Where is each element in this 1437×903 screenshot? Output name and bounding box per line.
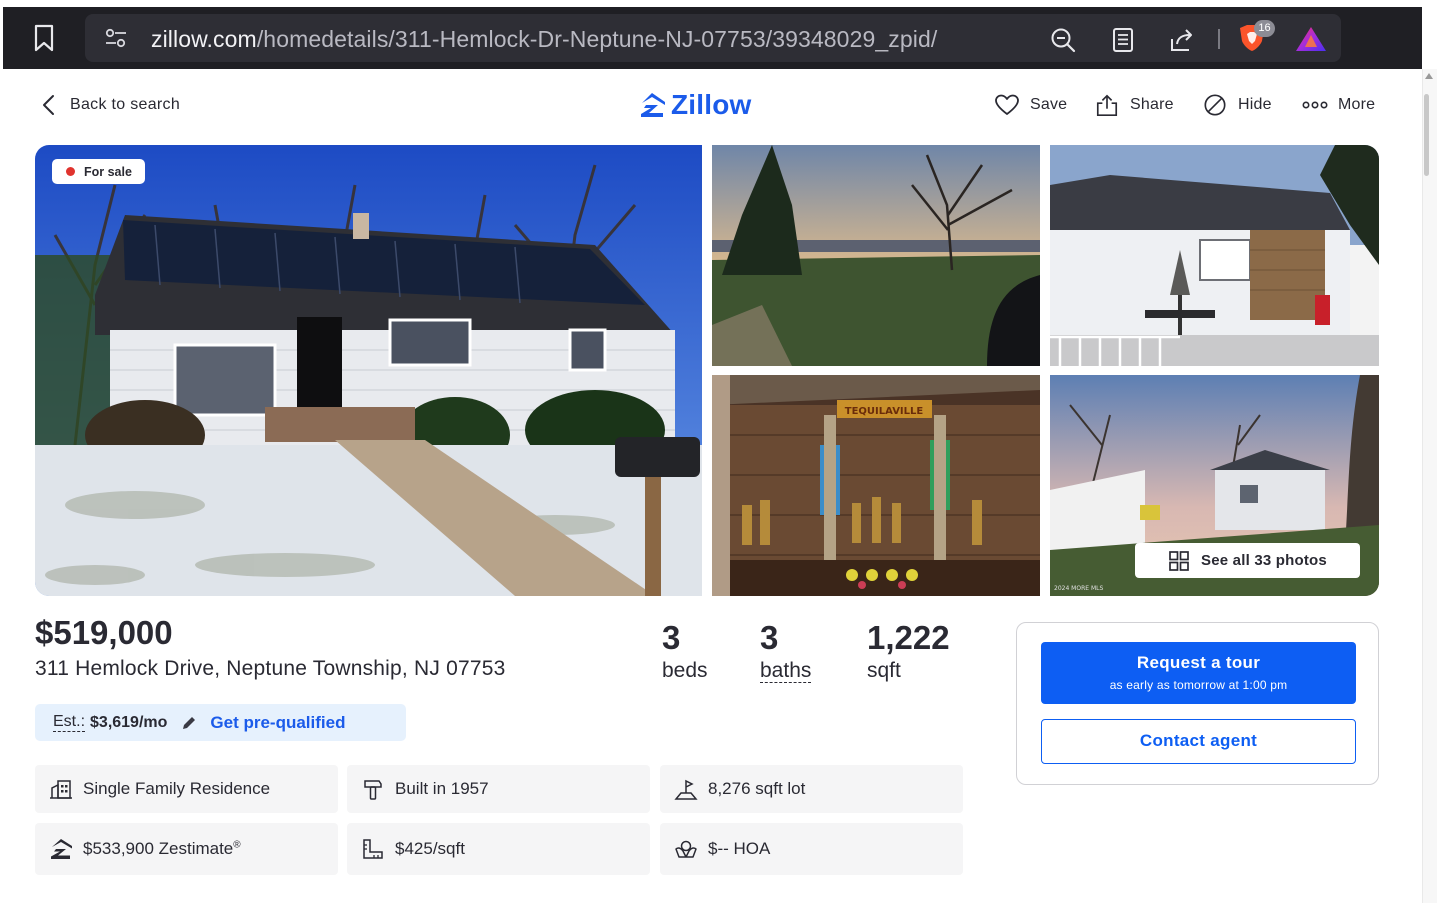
fact-zestimate-text: $533,900 Zestimate®: [83, 839, 241, 859]
bar-sign-text: TEQUILAVILLE: [845, 406, 924, 417]
heart-icon: [995, 94, 1019, 115]
fact-lot-size: 8,276 sqft lot: [660, 765, 963, 813]
share-label: Share: [1130, 96, 1174, 113]
contact-agent-button[interactable]: Contact agent: [1041, 719, 1356, 764]
save-label: Save: [1030, 96, 1068, 113]
listing-price: $519,000: [35, 614, 173, 651]
reader-mode-icon[interactable]: [1110, 27, 1136, 53]
shields-count-badge: 16: [1254, 20, 1275, 37]
estimate-label[interactable]: Est.:: [53, 713, 86, 732]
zillow-logo-icon: [641, 93, 665, 117]
fact-home-type-text: Single Family Residence: [83, 779, 271, 798]
fact-hoa: $-- HOA: [660, 823, 963, 875]
hide-icon: [1204, 94, 1226, 116]
beds-label: beds: [662, 659, 708, 682]
back-to-search-label: Back to search: [70, 96, 181, 113]
beds-value: 3: [662, 619, 681, 656]
url-host: zillow.com: [151, 26, 257, 52]
fact-year-built: Built in 1957: [347, 765, 650, 813]
share-icon[interactable]: [1169, 27, 1195, 53]
tiki-bar-image: TEQUILAVILLE: [712, 375, 1040, 596]
for-sale-dot-icon: [66, 167, 75, 176]
get-pre-qualified-link[interactable]: Get pre-qualified: [210, 713, 345, 733]
back-to-search-link[interactable]: Back to search: [40, 92, 180, 118]
monthly-estimate: Est.: $3,619/mo Get pre-qualified: [35, 704, 406, 741]
hammer-icon: [364, 780, 382, 800]
zestimate-value: $533,900 Zestimate: [83, 839, 234, 858]
fact-home-type: Single Family Residence: [35, 765, 338, 813]
fact-price-per-sqft: $425/sqft: [347, 823, 650, 875]
page-scrollbar[interactable]: [1422, 69, 1437, 903]
fact-year-built-text: Built in 1957: [395, 779, 489, 798]
contact-panel: Request a tour as early as tomorrow at 1…: [1016, 622, 1379, 785]
photo-lawn-sunset[interactable]: [712, 145, 1040, 366]
request-tour-button[interactable]: Request a tour as early as tomorrow at 1…: [1041, 642, 1356, 704]
bookmark-icon[interactable]: [31, 24, 57, 52]
lawn-sunset-image: [712, 145, 1040, 366]
browser-toolbar: zillow.com/homedetails/311-Hemlock-Dr-Ne…: [3, 7, 1422, 69]
sqft-stat: 1,222 sqft: [867, 618, 950, 684]
baths-value: 3: [760, 619, 779, 656]
brave-rewards-icon[interactable]: [1294, 25, 1328, 53]
hide-label: Hide: [1238, 96, 1272, 113]
baths-stat[interactable]: 3 baths: [760, 618, 812, 684]
scrollbar-thumb[interactable]: [1424, 94, 1429, 176]
fact-hoa-text: $-- HOA: [708, 839, 771, 858]
pencil-icon: [183, 716, 196, 729]
toolbar-separator: [1218, 29, 1220, 49]
photo-watermark: 2024 MORE MLS: [1054, 585, 1103, 592]
more-dots-icon: [1302, 101, 1328, 109]
beds-stat: 3 beds: [662, 618, 708, 684]
registered-mark: ®: [233, 839, 241, 851]
photo-gallery: For sale TEQUILAVILLE 2024 MORE MLS See …: [35, 145, 1379, 596]
photo-tiki-bar[interactable]: TEQUILAVILLE: [712, 375, 1040, 596]
zillow-logo[interactable]: Zillow: [638, 88, 752, 122]
request-tour-label: Request a tour: [1136, 653, 1261, 672]
see-all-photos-label: See all 33 photos: [1201, 552, 1327, 569]
ruler-icon: [363, 839, 383, 859]
for-sale-badge: For sale: [52, 159, 145, 184]
url-text[interactable]: zillow.com/homedetails/311-Hemlock-Dr-Ne…: [151, 26, 937, 53]
chevron-left-icon: [43, 95, 54, 115]
hide-button[interactable]: Hide: [1202, 92, 1272, 118]
zestimate-icon: [51, 839, 72, 859]
url-path: /homedetails/311-Hemlock-Dr-Neptune-NJ-0…: [256, 26, 938, 52]
back-patio-image: [1050, 145, 1379, 366]
more-button[interactable]: More: [1302, 92, 1375, 118]
hoa-icon: [675, 840, 697, 858]
fact-zestimate[interactable]: $533,900 Zestimate®: [35, 823, 338, 875]
zoom-out-icon[interactable]: [1050, 27, 1076, 53]
estimate-value: $3,619/mo: [90, 713, 168, 731]
building-icon: [50, 780, 72, 799]
photo-back-patio[interactable]: [1050, 145, 1379, 366]
scroll-up-arrow-icon[interactable]: [1425, 73, 1433, 79]
sqft-value: 1,222: [867, 619, 950, 656]
house-exterior-image: [35, 145, 702, 596]
tune-icon[interactable]: [104, 28, 128, 48]
share-icon: [1096, 94, 1118, 116]
zillow-logo-text: Zillow: [671, 89, 752, 120]
request-tour-sublabel: as early as tomorrow at 1:00 pm: [1109, 678, 1288, 692]
lot-size-icon: [674, 779, 698, 800]
see-all-photos-button[interactable]: See all 33 photos: [1135, 543, 1360, 578]
for-sale-label: For sale: [84, 164, 132, 179]
baths-label[interactable]: baths: [760, 659, 812, 683]
fact-price-per-sqft-text: $425/sqft: [395, 839, 465, 858]
more-label: More: [1338, 96, 1376, 113]
listing-address: 311 Hemlock Drive, Neptune Township, NJ …: [35, 657, 506, 680]
sqft-label: sqft: [867, 659, 901, 682]
share-button[interactable]: Share: [1094, 92, 1174, 118]
main-photo[interactable]: For sale: [35, 145, 702, 596]
save-button[interactable]: Save: [994, 92, 1067, 118]
grid-icon: [1169, 550, 1189, 571]
fact-lot-size-text: 8,276 sqft lot: [708, 779, 806, 798]
address-bar[interactable]: zillow.com/homedetails/311-Hemlock-Dr-Ne…: [85, 14, 1341, 62]
